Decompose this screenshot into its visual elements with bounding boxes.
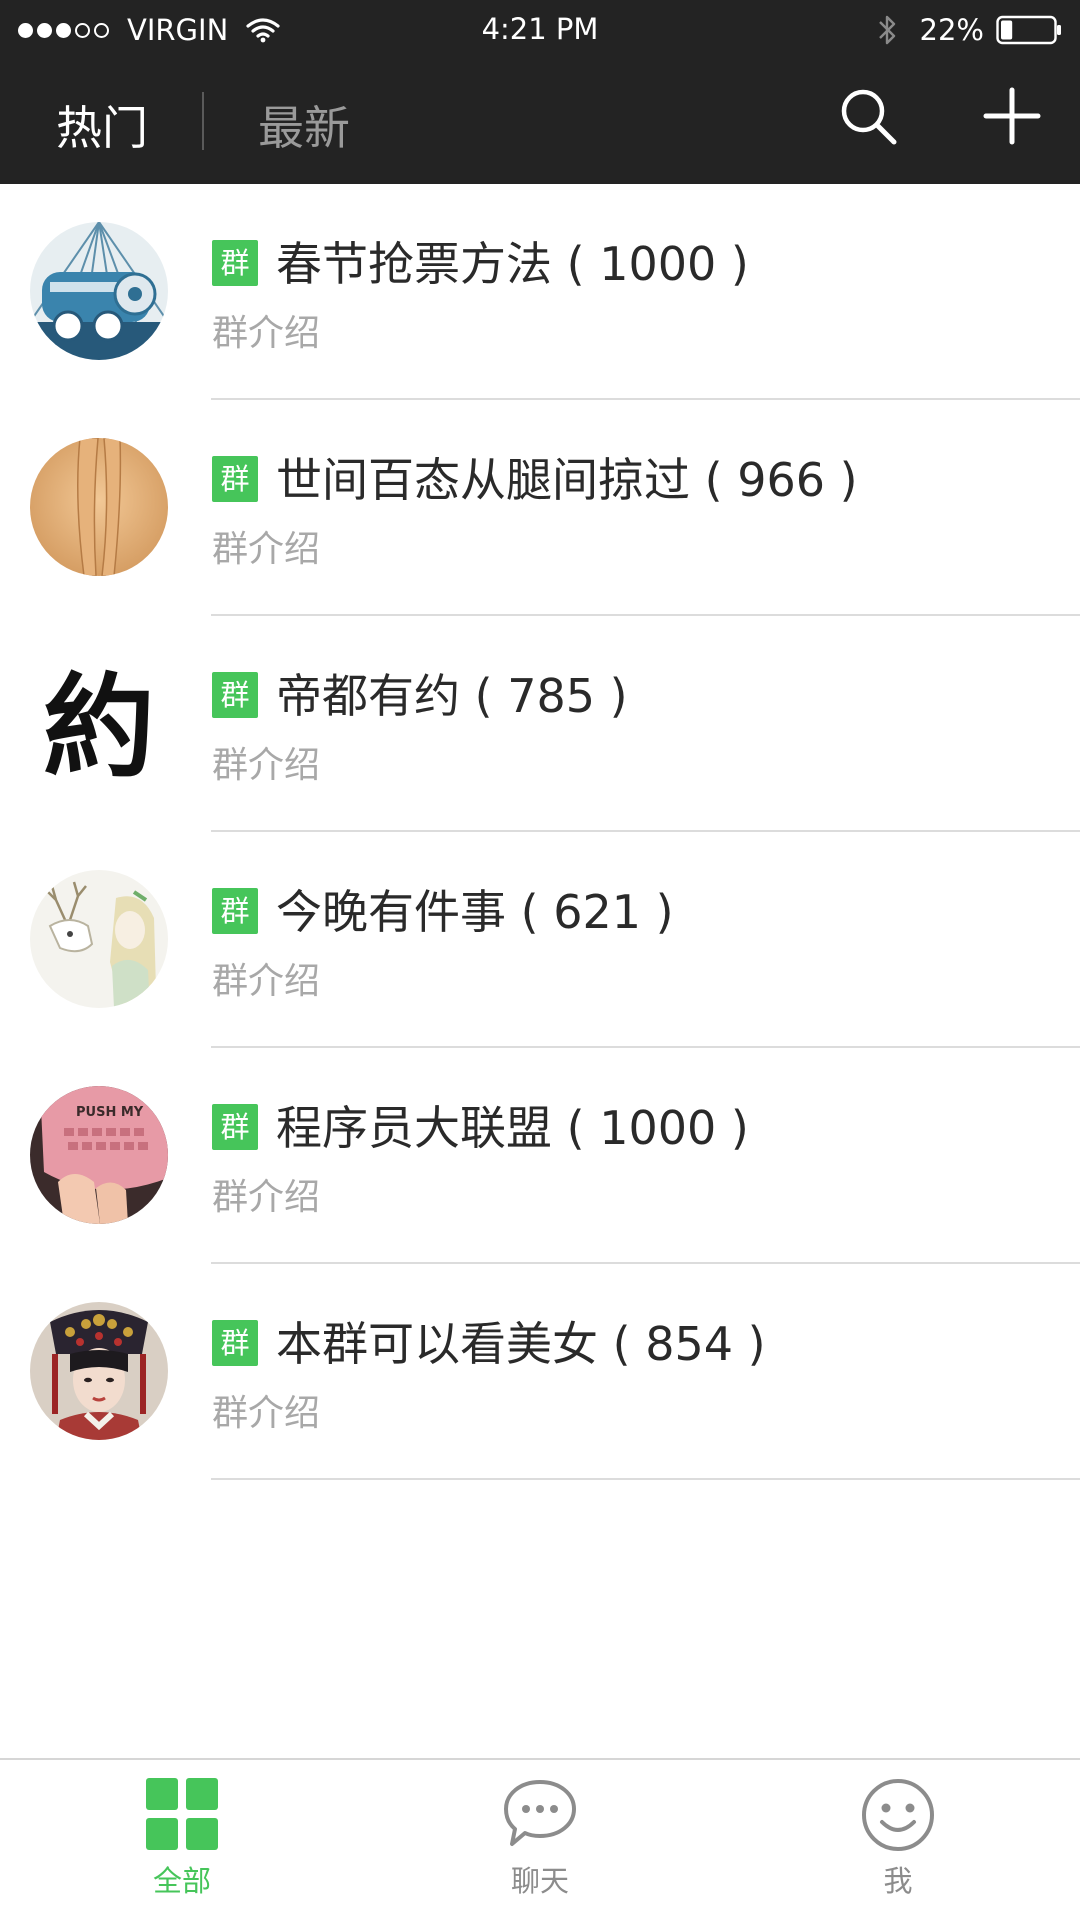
group-badge: 群 bbox=[212, 888, 258, 934]
group-badge: 群 bbox=[212, 456, 258, 502]
group-intro: 群介绍 bbox=[212, 529, 321, 570]
smiley-icon bbox=[862, 1779, 934, 1851]
svg-text:PUSH MY: PUSH MY bbox=[76, 1105, 144, 1120]
group-title: 今晚有件事 ( 621 ) bbox=[276, 885, 674, 939]
signal-strength-icon bbox=[18, 22, 113, 38]
group-list: 群 春节抢票方法 ( 1000 ) 群介绍 群 世间百态从腿间掠过 (966 … bbox=[0, 184, 1080, 1480]
group-title: 本群可以看美女 ( 854 ) bbox=[276, 1317, 766, 1371]
keyboard-image: PUSH MY bbox=[30, 1086, 168, 1224]
bluetooth-icon bbox=[878, 15, 895, 45]
group-row[interactable]: 群 春节抢票方法 ( 1000 ) 群介绍 bbox=[0, 184, 1080, 400]
tab-all[interactable]: 全部 bbox=[92, 1778, 272, 1908]
status-left: VIRGIN bbox=[18, 12, 280, 48]
status-right: 22% bbox=[876, 10, 1062, 50]
group-avatar bbox=[30, 222, 168, 360]
group-row[interactable]: 群 今晚有件事 ( 621 ) 群介绍 bbox=[0, 832, 1080, 1048]
group-intro: 群介绍 bbox=[212, 1177, 321, 1218]
group-intro: 群介绍 bbox=[212, 313, 321, 354]
tab-new[interactable]: 最新 bbox=[258, 92, 350, 158]
group-row[interactable]: 群 世间百态从腿间掠过 ( 966 ) 群介绍 bbox=[0, 400, 1080, 616]
group-row[interactable]: PUSH MY 群 程序员大联盟 ( 1000 ) 群介绍 bbox=[0, 1048, 1080, 1264]
deer-illustration-image bbox=[30, 870, 168, 1008]
search-icon[interactable] bbox=[838, 86, 900, 148]
group-badge: 群 bbox=[212, 1320, 258, 1366]
tab-hot[interactable]: 热门 bbox=[56, 92, 148, 158]
group-title: 春节抢票方法 ( 1000 ) bbox=[276, 237, 749, 291]
tab-divider bbox=[202, 92, 204, 150]
battery-percent: 22% bbox=[919, 13, 984, 47]
group-badge: 群 bbox=[212, 240, 258, 286]
signal-dot bbox=[94, 22, 109, 38]
app-root: VIRGIN 4:21 PM 22% 热门 最新 群 春节抢票方法 (1000… bbox=[0, 0, 1080, 1921]
group-title: 世间百态从腿间掠过 ( 966 ) bbox=[276, 453, 858, 507]
tab-me-label: 我 bbox=[883, 1864, 913, 1898]
group-avatar bbox=[30, 870, 168, 1008]
tab-chat-label: 聊天 bbox=[510, 1864, 569, 1898]
group-avatar: PUSH MY bbox=[30, 1086, 168, 1224]
chat-bubble-icon bbox=[504, 1780, 576, 1846]
top-nav: 热门 最新 bbox=[0, 60, 1080, 184]
group-intro: 群介绍 bbox=[212, 1393, 321, 1434]
group-badge: 群 bbox=[212, 1104, 258, 1150]
group-avatar bbox=[30, 1302, 168, 1440]
tab-chat[interactable]: 聊天 bbox=[450, 1778, 630, 1908]
signal-dot bbox=[75, 22, 90, 38]
tab-all-label: 全部 bbox=[152, 1864, 211, 1898]
group-row[interactable]: 群 本群可以看美女 ( 854 ) 群介绍 bbox=[0, 1264, 1080, 1480]
legs-image bbox=[30, 438, 168, 576]
signal-dot bbox=[37, 22, 52, 38]
plus-icon[interactable] bbox=[980, 84, 1044, 148]
group-title: 帝都有约 ( 785 ) bbox=[276, 669, 628, 723]
header: VIRGIN 4:21 PM 22% 热门 最新 bbox=[0, 0, 1080, 184]
empress-image bbox=[30, 1302, 168, 1440]
group-badge: 群 bbox=[212, 672, 258, 718]
calligraphy-image: 約 bbox=[30, 654, 168, 792]
status-bar: VIRGIN 4:21 PM 22% bbox=[0, 0, 1080, 60]
svg-text:約: 約 bbox=[43, 662, 155, 792]
tab-me[interactable]: 我 bbox=[808, 1778, 988, 1908]
bottom-tab-bar: 全部 聊天 我 bbox=[0, 1758, 1080, 1921]
group-intro: 群介绍 bbox=[212, 745, 321, 786]
battery-icon bbox=[996, 15, 1061, 45]
grid-icon bbox=[146, 1778, 218, 1850]
row-divider bbox=[211, 1478, 1080, 1480]
signal-dot bbox=[18, 22, 33, 38]
train-image bbox=[30, 222, 168, 360]
signal-dot bbox=[56, 22, 71, 38]
group-intro: 群介绍 bbox=[212, 961, 321, 1002]
group-avatar bbox=[30, 438, 168, 576]
group-row[interactable]: 約 群 帝都有约 ( 785 ) 群介绍 bbox=[0, 616, 1080, 832]
group-avatar: 約 bbox=[30, 654, 168, 792]
wifi-icon bbox=[246, 18, 280, 43]
carrier-name: VIRGIN bbox=[127, 13, 229, 47]
group-title: 程序员大联盟 ( 1000 ) bbox=[276, 1101, 749, 1155]
